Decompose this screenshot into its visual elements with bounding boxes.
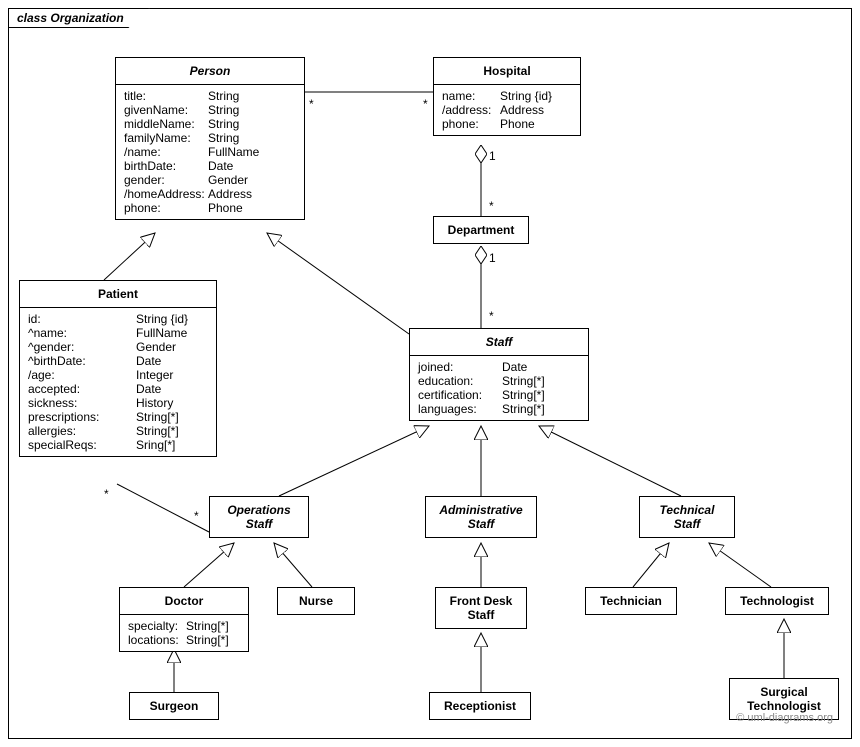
class-technician-name: Technician [586,588,676,614]
class-patient: Patient id:String {id} ^name:FullName ^g… [19,280,217,457]
class-technician: Technician [585,587,677,615]
class-patient-attrs: id:String {id} ^name:FullName ^gender:Ge… [20,308,216,456]
class-surgeon: Surgeon [129,692,219,720]
class-operations-staff: Operations Staff [209,496,309,538]
class-technical-staff: Technical Staff [639,496,735,538]
package-label: class Organization [8,8,150,28]
class-doctor-attrs: specialty:String[*] locations:String[*] [120,615,248,651]
class-surgeon-name: Surgeon [130,693,218,719]
class-patient-name: Patient [20,281,216,308]
class-receptionist-name: Receptionist [430,693,530,719]
class-front-desk-staff-name: Front Desk Staff [436,588,526,628]
mult-patient-ops-1: * [104,487,109,501]
class-front-desk-staff: Front Desk Staff [435,587,527,629]
class-staff: Staff joined:Date education:String[*] ce… [409,328,589,421]
class-department-name: Department [434,217,528,243]
class-person-name: Person [116,58,304,85]
watermark: © uml-diagrams.org [736,712,833,724]
class-technologist-name: Technologist [726,588,828,614]
mult-person-hospital-left: * [309,97,314,111]
mult-dept-staff-star: * [489,309,494,323]
mult-person-hospital-right: * [423,97,428,111]
class-operations-staff-name: Operations Staff [210,497,308,537]
mult-dept-staff-1: 1 [489,251,496,265]
class-administrative-staff: Administrative Staff [425,496,537,538]
class-staff-name: Staff [410,329,588,356]
class-administrative-staff-name: Administrative Staff [426,497,536,537]
class-hospital-attrs: name:String {id} /address:Address phone:… [434,85,580,135]
mult-patient-ops-2: * [194,509,199,523]
class-technologist: Technologist [725,587,829,615]
class-receptionist: Receptionist [429,692,531,720]
mult-hosp-dept-star: * [489,199,494,213]
diagram-container: class Organization [0,0,860,747]
package-frame: class Organization [8,8,852,739]
class-department: Department [433,216,529,244]
mult-hosp-dept-1: 1 [489,149,496,163]
class-person: Person title:String givenName:String mid… [115,57,305,220]
class-technical-staff-name: Technical Staff [640,497,734,537]
class-person-attrs: title:String givenName:String middleName… [116,85,304,219]
class-hospital-name: Hospital [434,58,580,85]
class-nurse-name: Nurse [278,588,354,614]
class-doctor: Doctor specialty:String[*] locations:Str… [119,587,249,652]
class-staff-attrs: joined:Date education:String[*] certific… [410,356,588,420]
class-hospital: Hospital name:String {id} /address:Addre… [433,57,581,136]
class-doctor-name: Doctor [120,588,248,615]
class-nurse: Nurse [277,587,355,615]
